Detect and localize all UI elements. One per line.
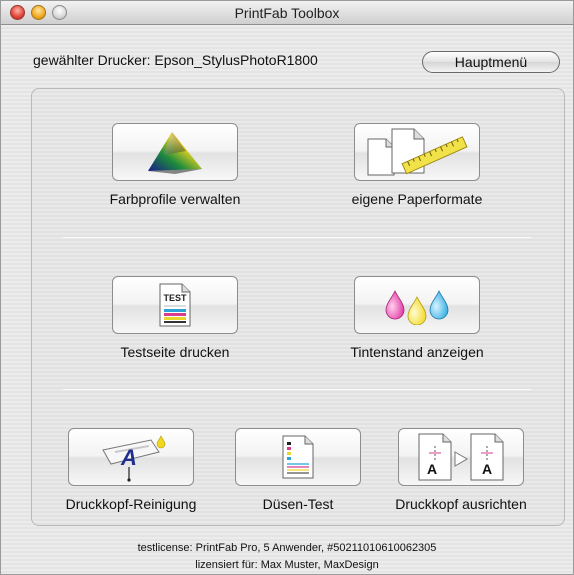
nozzle-test-label: Düsen-Test: [262, 496, 334, 512]
ink-drops-icon: [385, 290, 449, 325]
head-alignment-icon: A A: [418, 433, 504, 481]
color-profiles-label: Farbprofile verwalten: [109, 191, 241, 207]
paper-ruler-icon: [367, 128, 468, 176]
ink-level-label: Tintenstand anzeigen: [350, 344, 484, 360]
alignment-icon-letter: A: [482, 461, 492, 477]
head-cleaning-label: Druckkopf-Reinigung: [65, 496, 197, 512]
head-alignment-button[interactable]: A A: [398, 428, 524, 486]
window-title: PrintFab Toolbox: [234, 5, 340, 21]
ink-level-button[interactable]: [354, 276, 480, 334]
selected-printer-label: gewählter Drucker: Epson_StylusPhotoR180…: [33, 52, 318, 68]
toolbox-window: PrintFab Toolbox gewählter Drucker: Epso…: [0, 0, 574, 575]
main-menu-button[interactable]: Hauptmenü: [422, 51, 560, 73]
color-profiles-button[interactable]: [112, 123, 238, 181]
print-head-cleaning-icon: A: [102, 435, 166, 482]
paper-formats-button[interactable]: [354, 123, 480, 181]
license-info: testlicense: PrintFab Pro, 5 Anwender, #…: [137, 542, 437, 554]
alignment-icon-letter: A: [427, 461, 437, 477]
color-gamut-icon: [148, 132, 202, 174]
head-alignment-label: Druckkopf ausrichten: [395, 496, 527, 512]
head-cleaning-button[interactable]: A: [68, 428, 194, 486]
svg-text:A: A: [120, 445, 137, 470]
nozzle-test-button[interactable]: [235, 428, 361, 486]
title-bar: PrintFab Toolbox: [1, 1, 573, 25]
paper-formats-label: eigene Paperformate: [351, 191, 483, 207]
test-page-icon-text: TEST: [163, 293, 187, 303]
test-page-icon: TEST: [159, 283, 191, 327]
print-test-page-button[interactable]: TEST: [112, 276, 238, 334]
print-test-page-label: Testseite drucken: [120, 344, 230, 360]
divider: [63, 237, 531, 238]
divider: [63, 389, 531, 390]
nozzle-pattern-icon: [282, 435, 314, 479]
licensed-to-info: lizensiert für: Max Muster, MaxDesign: [195, 559, 379, 571]
